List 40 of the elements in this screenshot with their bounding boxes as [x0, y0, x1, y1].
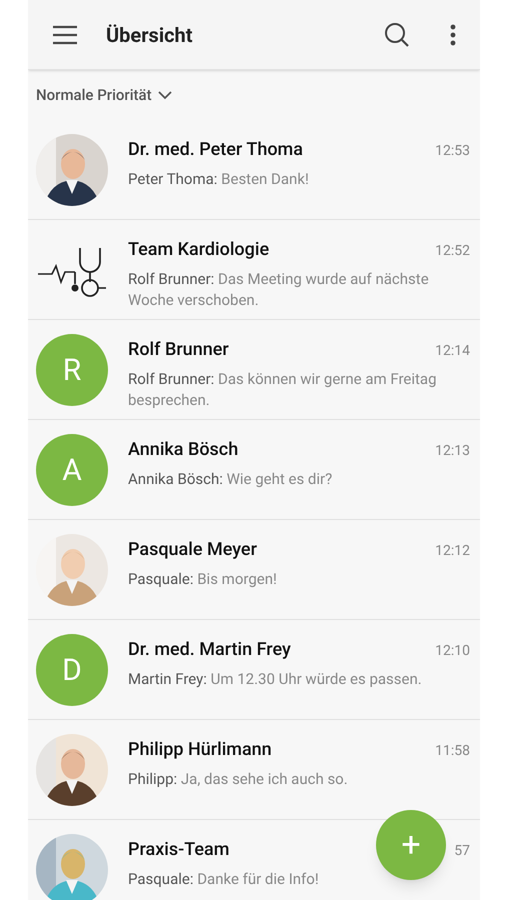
chat-time: 12:13 — [435, 442, 470, 461]
chat-row[interactable]: Philipp Hürlimann 11:58 Philipp: Ja, das sehe ich auch so. — [28, 720, 480, 820]
chat-row[interactable]: R Rolf Brunner 12:14 Rolf Brunner: Das können wir gerne am Freitag besprechen. — [28, 320, 480, 420]
chat-row[interactable]: Pasquale Meyer 12:12 Pasquale: Bis morgen! — [28, 520, 480, 620]
chat-name: Philipp Hürlimann — [128, 738, 272, 762]
letter-avatar: D — [36, 634, 108, 706]
chat-name: Dr. med. Martin Frey — [128, 638, 291, 662]
message-preview: Peter Thoma: Besten Dank! — [128, 169, 310, 190]
chat-name: Praxis-Team — [128, 838, 230, 862]
chat-name: Dr. med. Peter Thoma — [128, 138, 303, 162]
more-options-icon[interactable] — [450, 24, 456, 46]
message-preview: Pasquale: Bis morgen! — [128, 569, 278, 590]
chat-row[interactable]: A Annika Bösch 12:13 Annika Bösch: Wie geht es dir? — [28, 420, 480, 520]
chat-name: Team Kardiologie — [128, 238, 270, 262]
chat-name: Annika Bösch — [128, 438, 238, 462]
letter-avatar: A — [36, 434, 108, 506]
priority-dropdown[interactable]: Normale Priorität — [36, 70, 172, 120]
chevron-down-icon — [158, 90, 172, 100]
message-preview: Rolf Brunner: Das Meeting wurde auf nächste Woche verschoben. — [128, 269, 430, 311]
message-preview: Philipp: Ja, das sehe ich auch so. — [128, 769, 349, 790]
chat-time: 12:12 — [435, 542, 470, 561]
screen-title: Übersicht — [106, 22, 193, 48]
menu-icon[interactable] — [52, 24, 78, 44]
search-icon[interactable] — [384, 22, 410, 48]
letter-avatar: R — [36, 334, 108, 406]
message-preview: Pasquale: Danke für die Info! — [128, 869, 320, 890]
chat-time: 12:52 — [435, 242, 470, 261]
message-preview: Rolf Brunner: Das können wir gerne am Freitag besprechen. — [128, 369, 438, 411]
message-preview: Martin Frey: Um 12.30 Uhr würde es passen. — [128, 669, 423, 690]
message-preview: Annika Bösch: Wie geht es dir? — [128, 469, 334, 490]
chat-time: 12:10 — [435, 642, 470, 661]
chat-name: Rolf Brunner — [128, 338, 229, 362]
chat-row[interactable]: Team Kardiologie 12:52 Rolf Brunner: Das Meeting wurde auf nächste Woche verschoben. — [28, 220, 480, 320]
chat-time: 57 — [454, 842, 470, 861]
chat-name: Pasquale Meyer — [128, 538, 257, 562]
chat-row[interactable]: D Dr. med. Martin Frey 12:10 Martin Frey: Um 12.30 Uhr würde es passen. — [28, 620, 480, 720]
chat-time: 11:58 — [435, 742, 470, 761]
chat-time: 12:14 — [435, 342, 470, 361]
chat-time: 12:53 — [435, 142, 470, 161]
chat-row[interactable]: Dr. med. Peter Thoma 12:53 Peter Thoma: Besten Dank! — [28, 120, 480, 220]
